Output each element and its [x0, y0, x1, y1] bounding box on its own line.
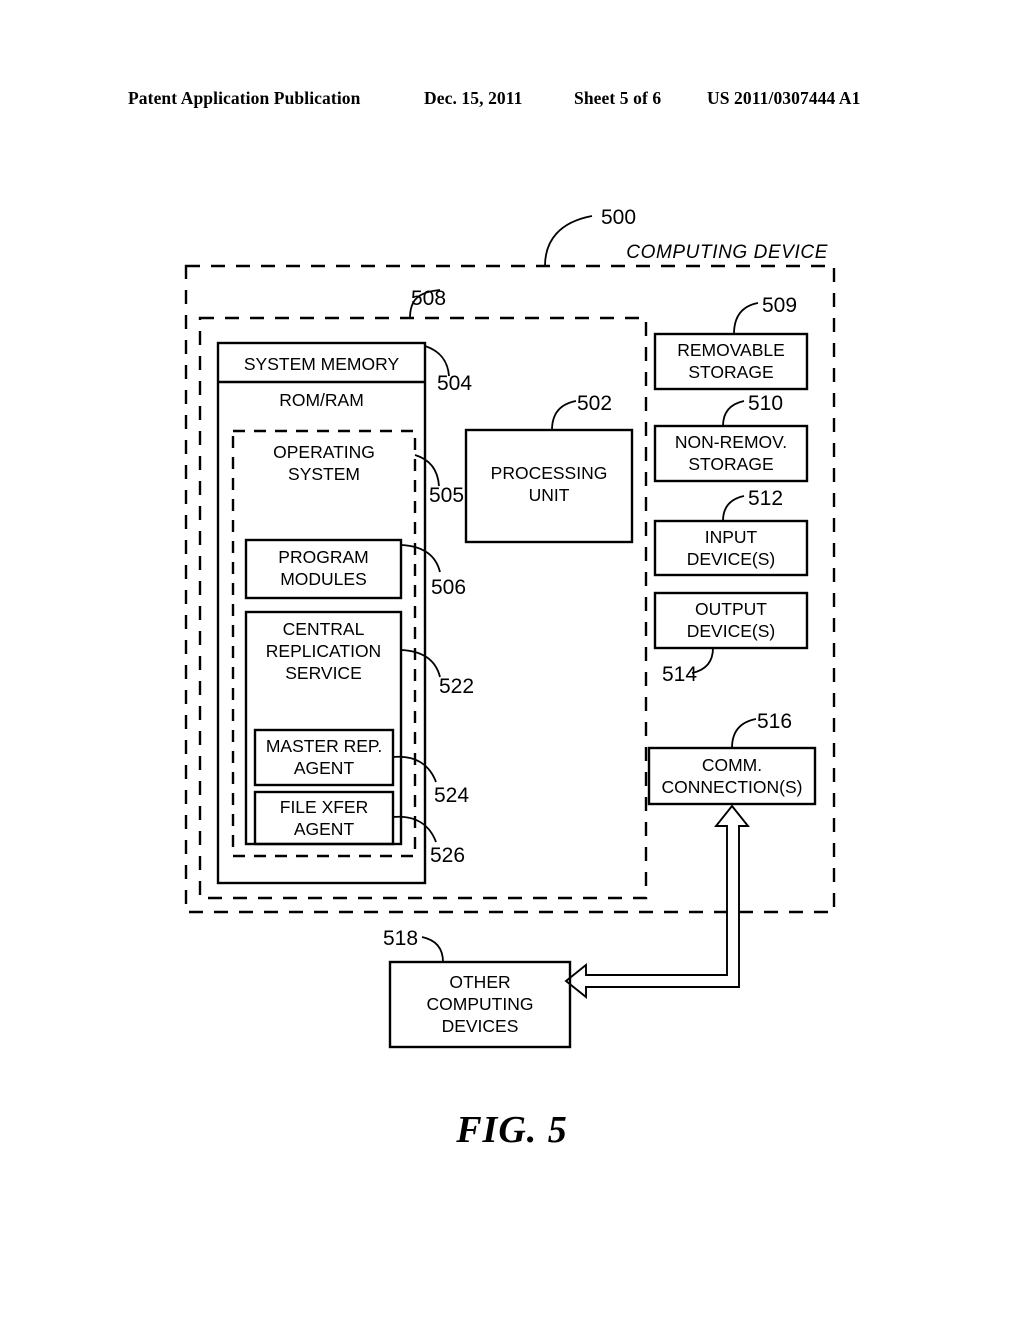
ref-506: 506 — [431, 576, 466, 599]
master-rep-agent-line2: AGENT — [294, 758, 355, 778]
other-computing-devices-line1: OTHER — [449, 972, 510, 992]
input-devices-line1: INPUT — [705, 527, 758, 547]
leader-500 — [544, 215, 593, 267]
output-devices-line1: OUTPUT — [695, 599, 767, 619]
figure-caption: FIG. 5 — [456, 1109, 568, 1151]
leader-518 — [421, 936, 444, 963]
operating-system-line2: SYSTEM — [288, 464, 360, 484]
central-replication-service-line2: REPLICATION — [266, 641, 381, 661]
ref-500: 500 — [601, 206, 636, 229]
ref-505: 505 — [429, 484, 464, 507]
removable-storage-line2: STORAGE — [688, 362, 773, 382]
ref-514: 514 — [662, 663, 697, 686]
removable-storage-line1: REMOVABLE — [677, 340, 785, 360]
leader-505 — [414, 454, 440, 487]
ref-508: 508 — [411, 287, 446, 310]
program-modules-line1: PROGRAM — [278, 547, 368, 567]
leader-522 — [400, 649, 441, 678]
ref-510: 510 — [748, 392, 783, 415]
patent-figure-page: Patent Application Publication Dec. 15, … — [0, 0, 1024, 1320]
leader-506 — [400, 544, 441, 573]
ref-516: 516 — [757, 710, 792, 733]
file-xfer-agent-line2: AGENT — [294, 819, 355, 839]
other-computing-devices-line2: COMPUTING — [427, 994, 534, 1014]
ref-526: 526 — [430, 844, 465, 867]
master-rep-agent-line1: MASTER REP. — [266, 736, 382, 756]
program-modules-line2: MODULES — [280, 569, 367, 589]
leader-516 — [731, 718, 757, 749]
leader-502 — [551, 400, 577, 431]
ref-512: 512 — [748, 487, 783, 510]
system-memory-sub: ROM/RAM — [279, 390, 364, 410]
ref-522: 522 — [439, 675, 474, 698]
file-xfer-agent-line1: FILE XFER — [280, 797, 369, 817]
operating-system-line1: OPERATING — [273, 442, 375, 462]
output-devices-line2: DEVICE(S) — [687, 621, 775, 641]
non-removable-storage-line1: NON-REMOV. — [675, 432, 787, 452]
system-memory-title: SYSTEM MEMORY — [244, 354, 400, 374]
ref-518: 518 — [383, 927, 418, 950]
input-devices-line2: DEVICE(S) — [687, 549, 775, 569]
central-replication-service-line1: CENTRAL — [283, 619, 365, 639]
ref-509: 509 — [762, 294, 797, 317]
leader-509 — [733, 302, 759, 335]
processing-unit-line1: PROCESSING — [491, 463, 608, 483]
comm-connections-line2: CONNECTION(S) — [662, 777, 803, 797]
leader-510 — [722, 400, 745, 427]
non-removable-storage-line2: STORAGE — [688, 454, 773, 474]
computing-device-label: COMPUTING DEVICE — [626, 242, 828, 263]
comm-to-other-devices-arrow — [564, 804, 750, 999]
ref-524: 524 — [434, 784, 469, 807]
ref-502: 502 — [577, 392, 612, 415]
ref-504: 504 — [437, 372, 472, 395]
other-computing-devices-line3: DEVICES — [442, 1016, 519, 1036]
processing-unit-line2: UNIT — [529, 485, 570, 505]
leader-512 — [722, 495, 745, 522]
comm-connections-line1: COMM. — [702, 755, 762, 775]
central-replication-service-line3: SERVICE — [285, 663, 362, 683]
